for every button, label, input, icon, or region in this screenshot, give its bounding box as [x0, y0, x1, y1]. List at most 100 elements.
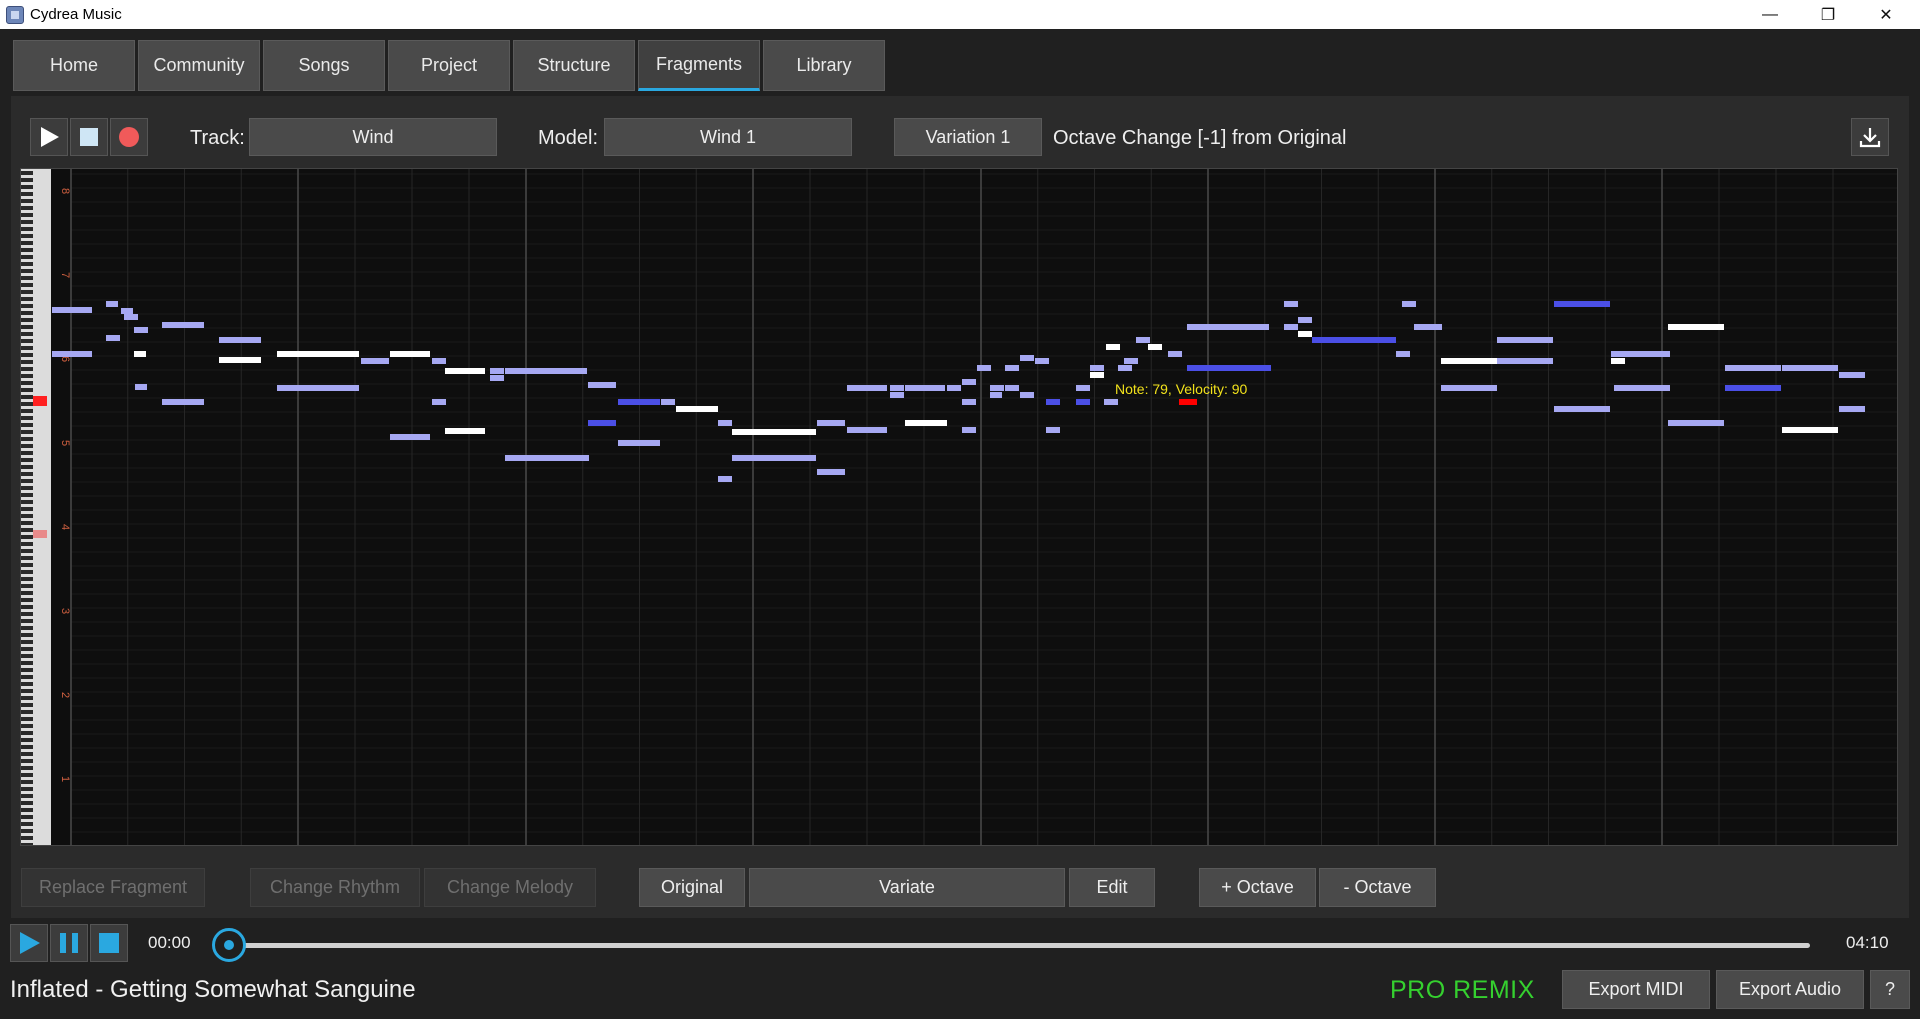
tab-library[interactable]: Library	[763, 40, 885, 91]
seek-handle[interactable]	[212, 928, 246, 962]
tab-structure[interactable]: Structure	[513, 40, 635, 91]
variation-button[interactable]: Variation 1	[894, 118, 1042, 156]
piano-black-key	[21, 815, 33, 819]
midi-note	[1284, 301, 1298, 307]
midi-note	[1136, 337, 1150, 343]
piano-black-key	[21, 402, 33, 406]
piano-black-key	[21, 213, 33, 217]
piano-black-key	[21, 325, 33, 329]
original-button[interactable]: Original	[639, 868, 745, 907]
edit-button[interactable]: Edit	[1069, 868, 1155, 907]
play-button[interactable]	[30, 118, 68, 156]
piano-roll-canvas[interactable]: 87654321Note: 79, Velocity: 90	[21, 169, 1898, 846]
piano-black-key	[21, 633, 33, 637]
piano-black-key	[21, 584, 33, 588]
piano-black-key	[21, 199, 33, 203]
current-time: 00:00	[148, 933, 191, 952]
replace-fragment-button[interactable]: Replace Fragment	[21, 868, 205, 907]
note-tooltip: Note: 79, Velocity: 90	[1115, 381, 1248, 397]
piano-black-key	[21, 654, 33, 658]
piano-black-key	[21, 591, 33, 595]
midi-note	[361, 358, 389, 364]
piano-black-key	[21, 465, 33, 469]
piano-black-key	[21, 542, 33, 546]
midi-note	[990, 385, 1004, 391]
midi-note	[1554, 301, 1610, 307]
export-audio-button[interactable]: Export Audio	[1716, 970, 1864, 1009]
track-selector[interactable]: Wind	[249, 118, 497, 156]
midi-note	[890, 385, 904, 391]
piano-black-key	[21, 241, 33, 245]
player-pause-button[interactable]	[50, 924, 88, 962]
pro-remix-badge: PRO REMIX	[1390, 976, 1535, 1004]
midi-note	[905, 385, 945, 391]
piano-black-key	[21, 738, 33, 742]
piano-black-key	[21, 374, 33, 378]
midi-note	[219, 357, 261, 363]
piano-black-key	[21, 409, 33, 413]
piano-black-key	[21, 493, 33, 497]
tab-home[interactable]: Home	[13, 40, 135, 91]
piano-black-key	[21, 640, 33, 644]
model-label: Model:	[538, 127, 599, 149]
midi-note	[505, 455, 589, 461]
minimize-button[interactable]: —	[1742, 0, 1798, 29]
midi-note	[490, 375, 504, 381]
midi-note	[977, 365, 991, 371]
midi-note	[1668, 324, 1724, 330]
midi-note	[847, 427, 887, 433]
piano-black-key	[21, 696, 33, 700]
midi-note	[121, 308, 133, 314]
midi-note	[1187, 365, 1271, 371]
piano-black-key	[21, 311, 33, 315]
tab-community[interactable]: Community	[138, 40, 260, 91]
piano-black-key	[21, 822, 33, 826]
piano-black-key	[21, 416, 33, 420]
maximize-button[interactable]: ❐	[1800, 0, 1856, 29]
change-rhythm-button[interactable]: Change Rhythm	[250, 868, 420, 907]
piano-black-key	[21, 353, 33, 357]
pause-icon	[60, 933, 78, 953]
midi-note	[1005, 385, 1019, 391]
record-button[interactable]	[110, 118, 148, 156]
player-stop-button[interactable]	[90, 924, 128, 962]
help-button[interactable]: ?	[1870, 970, 1910, 1009]
download-button[interactable]	[1851, 118, 1889, 156]
roll-background	[21, 169, 1897, 845]
piano-black-key	[21, 661, 33, 665]
piano-black-key	[21, 339, 33, 343]
midi-note	[432, 399, 446, 405]
piano-black-key	[21, 577, 33, 581]
minus-octave-button[interactable]: - Octave	[1319, 868, 1436, 907]
tab-songs[interactable]: Songs	[263, 40, 385, 91]
midi-note	[962, 427, 976, 433]
midi-note	[1187, 324, 1269, 330]
export-midi-button[interactable]: Export MIDI	[1562, 970, 1710, 1009]
change-melody-button[interactable]: Change Melody	[424, 868, 596, 907]
tab-project[interactable]: Project	[388, 40, 510, 91]
download-icon	[1859, 128, 1881, 148]
piano-black-key	[21, 262, 33, 266]
midi-note	[1090, 365, 1104, 371]
piano-roll[interactable]: 8 7 6 5 4 3 2 1 Note: 79, Velocity: 90	[20, 168, 1898, 846]
piano-black-key	[21, 444, 33, 448]
piano-black-key	[21, 570, 33, 574]
player-play-button[interactable]	[10, 924, 48, 962]
midi-note	[1020, 392, 1034, 398]
midi-note	[1168, 351, 1182, 357]
piano-black-key	[21, 528, 33, 532]
model-selector[interactable]: Wind 1	[604, 118, 852, 156]
seek-bar[interactable]	[230, 943, 1810, 948]
midi-note	[162, 399, 204, 405]
piano-black-key	[21, 619, 33, 623]
tab-fragments[interactable]: Fragments	[638, 40, 760, 91]
piano-black-key	[21, 283, 33, 287]
stop-button[interactable]	[70, 118, 108, 156]
piano-black-key	[21, 220, 33, 224]
close-button[interactable]: ✕	[1858, 0, 1914, 29]
plus-octave-button[interactable]: + Octave	[1199, 868, 1316, 907]
midi-note	[1118, 365, 1132, 371]
midi-note	[1611, 358, 1625, 364]
variate-button[interactable]: Variate	[749, 868, 1065, 907]
midi-note	[588, 420, 616, 426]
